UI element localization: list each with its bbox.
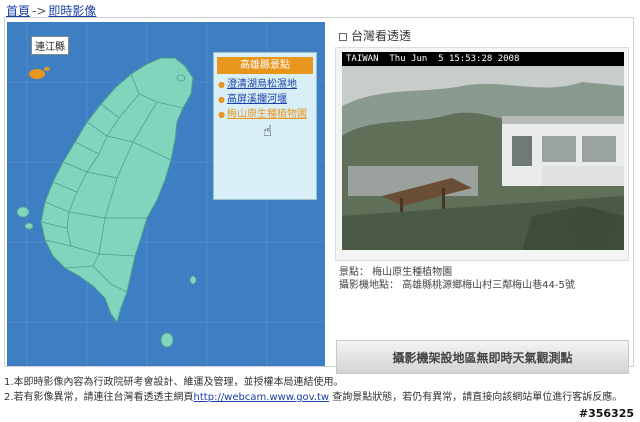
webcam-portal-link[interactable]: http://webcam.www.gov.tw bbox=[194, 392, 330, 403]
hand-cursor-icon: ☝ bbox=[263, 122, 273, 140]
spot-link[interactable]: 梅山原生種植物園 bbox=[227, 109, 307, 120]
spot-link[interactable]: 澄清湖烏松濕地 bbox=[227, 79, 297, 90]
webcam-box: TAIWAN Thu Jun 5 15:53:28 2008 bbox=[335, 47, 629, 261]
no-weather-notice: 攝影機架設地區無即時天氣觀測點 bbox=[336, 340, 629, 374]
breadcrumb-separator: -> bbox=[32, 4, 47, 18]
note-2: 2.若有影像異常，請連往台灣看透透主網頁http://webcam.www.go… bbox=[4, 390, 622, 405]
spots-list: ● 澄清湖烏松濕地 ● 高屏溪攔河堰 ● 梅山原生種植物園 bbox=[214, 77, 316, 122]
taiwan-island bbox=[40, 57, 194, 324]
spot-item-active[interactable]: ● 梅山原生種植物園 bbox=[218, 107, 316, 122]
camera-location: 攝影機地點： 高雄縣桃源鄉梅山村三鄰梅山巷44-5號 bbox=[339, 280, 575, 291]
serial-number: #356325 bbox=[578, 407, 634, 420]
spot-link[interactable]: 高屏溪攔河堰 bbox=[227, 94, 287, 105]
bullet-icon: ● bbox=[218, 110, 225, 119]
note-2-suffix: 查詢景點狀態，若仍有異常，請直接向該網站單位進行客訴反應。 bbox=[329, 392, 623, 403]
camera-info: 景點： 梅山原生種植物園 攝影機地點： 高雄縣桃源鄉梅山村三鄰梅山巷44-5號 bbox=[339, 266, 575, 292]
spots-panel-title: 高雄縣景點 bbox=[217, 57, 313, 74]
spot-item[interactable]: ● 澄清湖烏松濕地 bbox=[218, 77, 316, 92]
content-frame: 連江縣 高雄縣景點 ● 澄清湖烏松濕地 ● 高屏溪攔河堰 ● 梅山原生種植物園 ☝ 台… bbox=[4, 17, 634, 374]
webcam-scene bbox=[342, 66, 624, 250]
lienchiang-county-label[interactable]: 連江縣 bbox=[31, 36, 69, 55]
camera-section-title: 台灣看透透 bbox=[339, 27, 411, 44]
notes: 1.本即時影像內容為行政院研考會設計、維運及管理，並授權本局連結使用。 2.若有… bbox=[4, 375, 622, 405]
camera-section-title-text: 台灣看透透 bbox=[351, 29, 412, 43]
webcam-timestamp: TAIWAN Thu Jun 5 15:53:28 2008 bbox=[342, 52, 624, 66]
bullet-icon: ● bbox=[218, 95, 225, 104]
note-1: 1.本即時影像內容為行政院研考會設計、維運及管理，並授權本局連結使用。 bbox=[4, 377, 344, 388]
camera-spot: 景點： 梅山原生種植物園 bbox=[339, 267, 453, 278]
bullet-icon: ● bbox=[218, 80, 225, 89]
breadcrumb-current-link[interactable]: 即時影像 bbox=[48, 4, 96, 18]
taiwan-map: 連江縣 高雄縣景點 ● 澄清湖烏松濕地 ● 高屏溪攔河堰 ● 梅山原生種植物園 ☝ bbox=[7, 22, 325, 366]
square-icon bbox=[339, 32, 347, 41]
spot-item[interactable]: ● 高屏溪攔河堰 bbox=[218, 92, 316, 107]
webcam-image[interactable]: TAIWAN Thu Jun 5 15:53:28 2008 bbox=[342, 52, 624, 250]
note-2-prefix: 2.若有影像異常，請連往台灣看透透主網頁 bbox=[4, 392, 194, 403]
breadcrumb-home-link[interactable]: 首頁 bbox=[6, 4, 30, 18]
